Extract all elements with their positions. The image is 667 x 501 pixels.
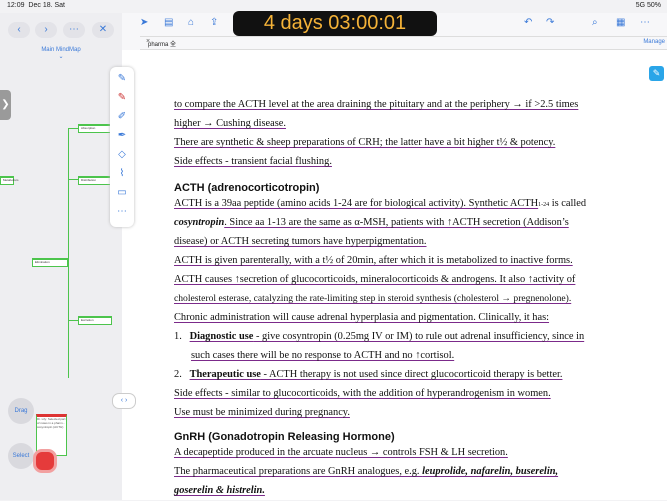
mindmap-node[interactable]: Elimination [32, 258, 68, 267]
list-item: 2. Therapeutic use - ACTH therapy is not… [174, 369, 563, 380]
edit-icon[interactable]: ✎ [649, 66, 664, 81]
list-item: such cases there will be no response to … [191, 350, 455, 361]
text-line: Use must be minimized during pregnancy. [174, 407, 350, 418]
forward-button[interactable]: › [35, 22, 57, 38]
pen-icon[interactable]: ✎ [115, 73, 129, 84]
countdown-timer: 4 days 03:00:01 [233, 11, 437, 36]
expand-handle[interactable]: ❯ [0, 90, 11, 120]
select-button[interactable]: Select [8, 443, 34, 469]
text-line: Chronic administration will cause adrena… [174, 312, 550, 323]
text-line: A decapeptide produced in the arcuate nu… [174, 447, 508, 458]
mindmap-node[interactable]: Metabolism [0, 176, 18, 185]
mindmap-title[interactable]: Main MindMap ⌄ [0, 47, 122, 60]
eraser-icon[interactable]: ◇ [115, 149, 129, 160]
text-line: Side effects - similar to glucocorticoid… [174, 388, 551, 399]
text-line: cosyntropin. Since aa 1-13 are the same … [174, 217, 569, 228]
text-line: higher → Cushing disease. [174, 118, 286, 129]
status-right: 5G 50% [635, 2, 661, 9]
undo-icon[interactable]: ↶ [524, 17, 532, 28]
tab-pharma[interactable]: pharma 全 [148, 39, 176, 48]
highlighter-icon[interactable]: ✐ [115, 111, 129, 122]
back-button[interactable]: ‹ [8, 22, 30, 38]
section-heading: ACTH (adrenocorticotropin) [174, 182, 320, 194]
redo-icon[interactable]: ↷ [546, 17, 554, 28]
close-button[interactable]: ✕ [92, 22, 114, 38]
text-line: cholesterol esterase, catalyzing the rat… [174, 293, 572, 304]
text-line: ACTH is a 39aa peptide (amino acids 1-24… [174, 198, 587, 209]
section-heading: GnRH (Gonadotropin Releasing Hormone) [174, 431, 395, 443]
manage-button[interactable]: Manage [643, 39, 665, 45]
note-page[interactable]: to compare the ACTH level at the area dr… [122, 50, 667, 500]
tab-bar: × pharma 全 Manage [140, 36, 667, 50]
pen-toolbar: ✎ ✎ ✐ ✒ ◇ ⌇ ▭ ⋯ [110, 67, 134, 227]
text-line: Side effects - transient facial flushing… [174, 156, 332, 167]
search-icon[interactable]: ⌕ [592, 17, 598, 28]
red-pen-icon[interactable]: ✎ [115, 92, 129, 103]
more-icon[interactable]: ⋯ [640, 17, 650, 28]
text-line: disease) or ACTH secreting tumors have h… [174, 236, 427, 247]
mindmap-node[interactable]: Absorption [78, 124, 112, 133]
split-arrows[interactable]: ‹ › [112, 393, 136, 409]
pages-icon[interactable]: ▤ [164, 17, 173, 28]
pointer-icon[interactable]: ➤ [140, 17, 148, 28]
list-item: 1. Diagnostic use - give cosyntropin (0.… [174, 331, 585, 342]
text-line: to compare the ACTH level at the area dr… [174, 99, 579, 110]
text-line: The pharmaceutical preparations are GnRH… [174, 466, 559, 477]
mindmap-node[interactable]: Distribution [78, 176, 112, 185]
lasso-icon[interactable]: ⌇ [115, 168, 129, 179]
share-icon[interactable]: ⇪ [210, 17, 218, 28]
drag-button[interactable]: Drag [8, 398, 34, 424]
text-line: ACTH is given parenterally, with a t½ of… [174, 255, 573, 266]
mindmap-toolbar: ‹ › ⋯ ✕ [0, 13, 122, 43]
more-button[interactable]: ⋯ [63, 22, 85, 38]
record-button[interactable] [33, 449, 57, 473]
text-line: goserelin & histrelin. [174, 485, 265, 496]
blue-pen-icon[interactable]: ✒ [115, 130, 129, 141]
ruler-icon[interactable]: ▭ [115, 187, 129, 198]
bookmark-icon[interactable]: ⌂ [188, 17, 194, 28]
status-time: 12:09 Dec 18. Sat [7, 2, 65, 9]
mindmap-node[interactable]: Excretion [78, 316, 112, 325]
layout-icon[interactable]: ▦ [616, 17, 625, 28]
more-tools-icon[interactable]: ⋯ [115, 206, 129, 217]
text-line: ACTH causes ↑secretion of glucocorticoid… [174, 274, 576, 285]
text-line: There are synthetic & sheep preparations… [174, 137, 556, 148]
